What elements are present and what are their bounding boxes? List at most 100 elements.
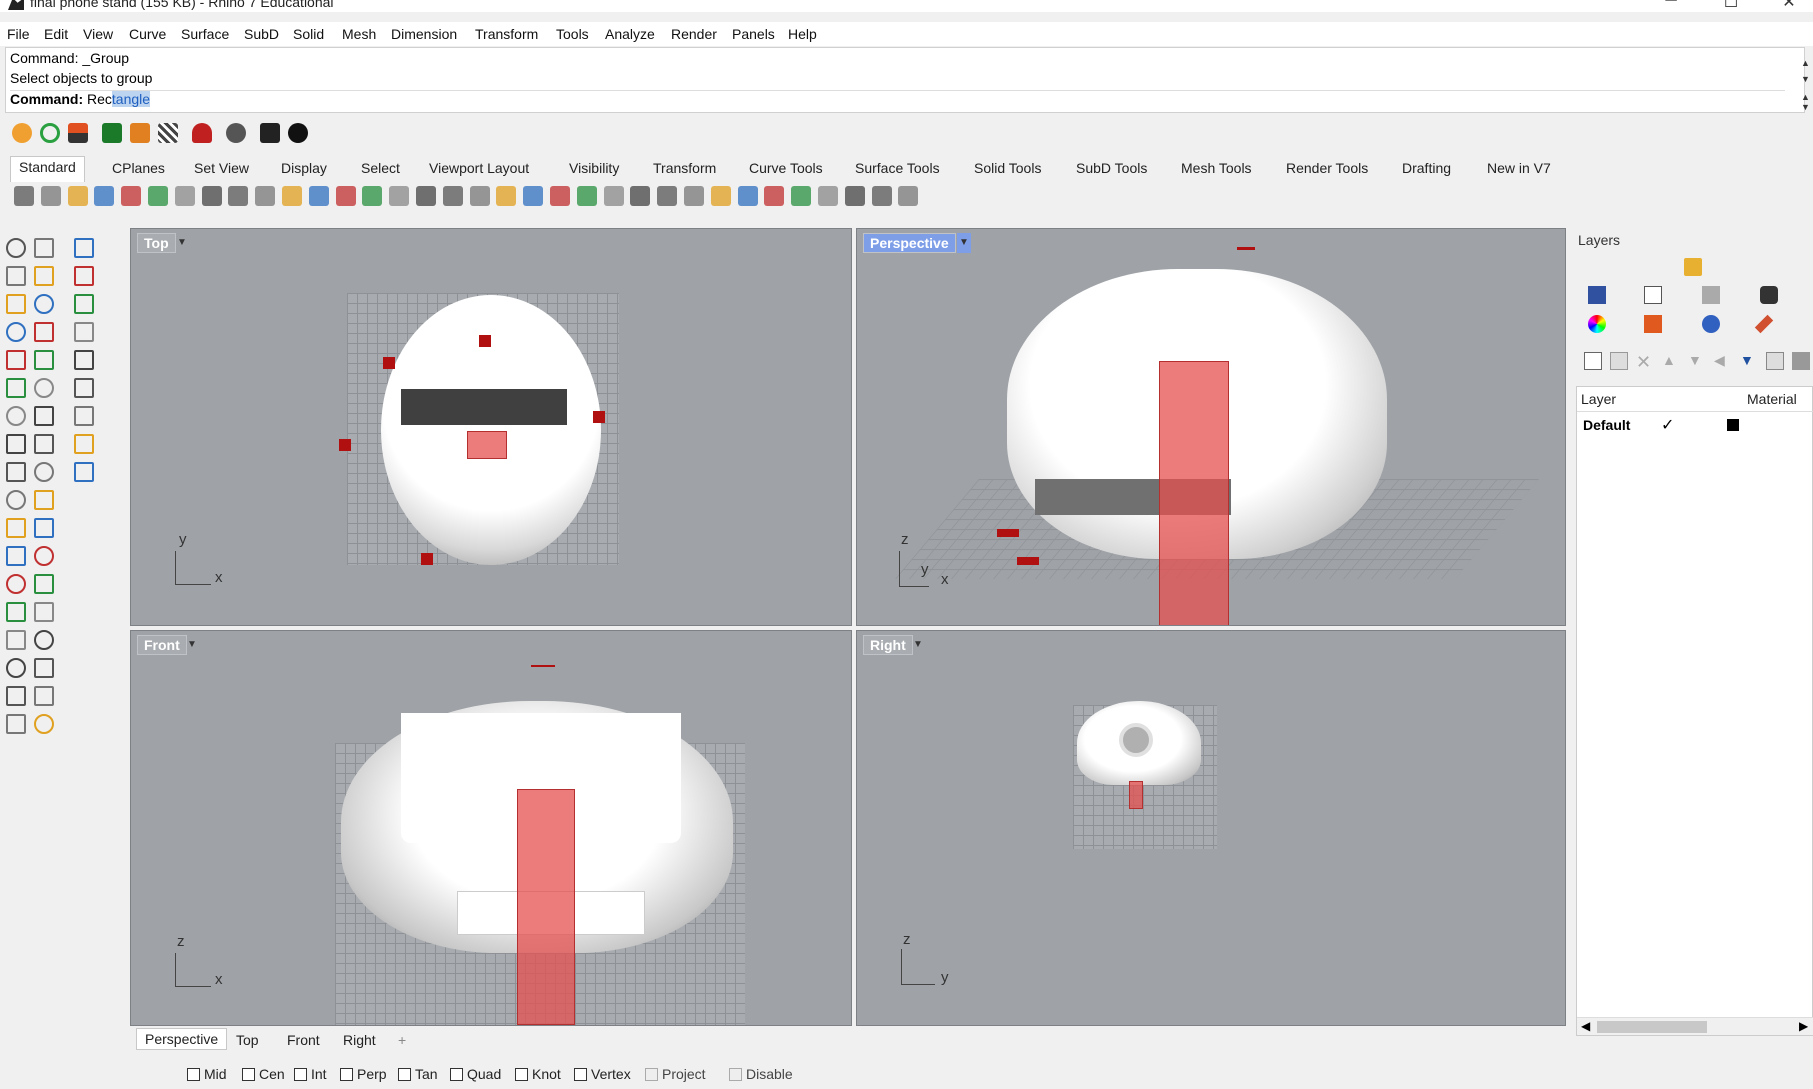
left-tool-icon[interactable] — [34, 350, 54, 370]
menu-tools[interactable]: Tools — [556, 26, 589, 42]
menu-dimension[interactable]: Dimension — [391, 26, 457, 42]
tab-drafting[interactable]: Drafting — [1402, 160, 1451, 176]
material-sphere-icon[interactable] — [1702, 315, 1720, 333]
left-tool-icon[interactable] — [74, 238, 94, 258]
toolbar-button-icon[interactable] — [630, 186, 651, 206]
viewport-title-right[interactable]: Right — [863, 635, 913, 655]
left-tool-icon[interactable] — [34, 574, 54, 594]
left-tool-icon[interactable] — [34, 546, 54, 566]
osnap-tan[interactable]: Tan — [398, 1066, 438, 1082]
scroll-right-icon[interactable]: ▶ — [1799, 1019, 1808, 1033]
menu-mesh[interactable]: Mesh — [342, 26, 376, 42]
left-tool-icon[interactable] — [34, 518, 54, 538]
viewport-front[interactable]: z x Front ▼ — [130, 630, 852, 1026]
toolbar-button-icon[interactable] — [737, 186, 758, 206]
toolbar-button-icon[interactable] — [496, 186, 517, 206]
chevron-down-icon[interactable]: ▼ — [911, 635, 925, 655]
tools-icon[interactable] — [1766, 352, 1784, 370]
left-tool-icon[interactable] — [34, 238, 54, 258]
left-tool-icon[interactable] — [34, 658, 54, 678]
viewport-title-top[interactable]: Top — [137, 233, 176, 253]
new-layer-icon[interactable] — [1584, 352, 1602, 370]
info-icon[interactable] — [288, 123, 308, 143]
tab-curve-tools[interactable]: Curve Tools — [749, 160, 823, 176]
left-tool-icon[interactable] — [74, 350, 94, 370]
left-tool-icon[interactable] — [6, 490, 26, 510]
toolbar-button-icon[interactable] — [228, 186, 249, 206]
history-scroll-down-icon[interactable]: ▼ — [1801, 74, 1811, 84]
viewport-perspective[interactable]: z y x Perspective ▼ — [856, 228, 1566, 626]
toolbar-button-icon[interactable] — [308, 186, 329, 206]
column-header-layer[interactable]: Layer — [1581, 391, 1616, 407]
left-tool-icon[interactable] — [74, 434, 94, 454]
tab-cplanes[interactable]: CPlanes — [112, 160, 165, 176]
horizontal-scrollbar[interactable]: ◀ ▶ — [1577, 1017, 1813, 1035]
left-tool-icon[interactable] — [34, 266, 54, 286]
checker-icon[interactable] — [158, 123, 178, 143]
toolbar-button-icon[interactable] — [282, 186, 302, 206]
history-scroll-up-icon[interactable]: ▲ — [1801, 58, 1811, 68]
menu-surface[interactable]: Surface — [181, 26, 229, 42]
viewport-title-perspective[interactable]: Perspective — [863, 233, 956, 253]
chevron-down-icon[interactable]: ▼ — [175, 233, 189, 253]
viewport-top[interactable]: y x Top ▼ — [130, 228, 852, 626]
left-tool-icon[interactable] — [6, 546, 26, 566]
move-out-icon[interactable]: ◀ — [1714, 352, 1732, 370]
minimize-button[interactable]: ─ — [1656, 0, 1686, 12]
left-tool-icon[interactable] — [6, 602, 26, 622]
refresh-icon[interactable] — [40, 123, 60, 143]
left-tool-icon[interactable] — [74, 266, 94, 286]
brush-icon[interactable] — [1754, 314, 1774, 334]
new-sublayer-icon[interactable] — [1610, 352, 1628, 370]
viewport-tab-perspective[interactable]: Perspective — [136, 1028, 228, 1050]
toolbar-button-icon[interactable] — [710, 186, 731, 206]
left-tool-icon[interactable] — [74, 322, 94, 342]
tab-surface-tools[interactable]: Surface Tools — [855, 160, 940, 176]
toolbar-button-icon[interactable] — [657, 186, 678, 206]
plugin-stack-icon[interactable] — [68, 123, 88, 143]
toolbar-button-icon[interactable] — [255, 186, 276, 206]
tab-visibility[interactable]: Visibility — [569, 160, 619, 176]
left-tool-icon[interactable] — [6, 266, 26, 286]
osnap-disable[interactable]: Disable — [729, 1066, 793, 1082]
left-tool-icon[interactable] — [6, 714, 26, 734]
menu-file[interactable]: File — [7, 26, 30, 42]
left-tool-icon[interactable] — [74, 378, 94, 398]
folder-icon[interactable] — [1684, 258, 1702, 276]
tab-render-tools[interactable]: Render Tools — [1286, 160, 1368, 176]
left-tool-icon[interactable] — [34, 490, 54, 510]
viewport-tab-top[interactable]: Top — [236, 1032, 259, 1048]
left-tool-icon[interactable] — [34, 630, 54, 650]
toolbar-button-icon[interactable] — [201, 186, 222, 206]
tools-plugin-icon[interactable] — [130, 123, 150, 143]
current-layer-check-icon[interactable]: ✓ — [1661, 415, 1674, 435]
tab-mesh-tools[interactable]: Mesh Tools — [1181, 160, 1252, 176]
toolbar-button-icon[interactable] — [871, 186, 892, 206]
toolbar-button-icon[interactable] — [844, 186, 865, 206]
plugin-icon[interactable] — [12, 123, 32, 143]
camera-icon[interactable] — [1760, 286, 1778, 304]
left-tool-icon[interactable] — [74, 406, 94, 426]
toolbar-button-icon[interactable] — [416, 186, 436, 206]
left-tool-icon[interactable] — [74, 294, 94, 314]
viewport-tab-front[interactable]: Front — [287, 1032, 320, 1048]
left-tool-icon[interactable] — [34, 714, 54, 734]
toolbar-button-icon[interactable] — [791, 186, 812, 206]
left-tool-icon[interactable] — [6, 434, 26, 454]
tab-solid-tools[interactable]: Solid Tools — [974, 160, 1041, 176]
tab-transform[interactable]: Transform — [653, 160, 716, 176]
wrench-icon[interactable] — [1792, 352, 1810, 370]
osnap-perp[interactable]: Perp — [340, 1066, 387, 1082]
toolbar-button-icon[interactable] — [174, 186, 195, 206]
toolbar-button-icon[interactable] — [898, 186, 919, 206]
chevron-down-icon[interactable]: ▼ — [185, 635, 199, 655]
left-tool-icon[interactable] — [6, 350, 26, 370]
menu-help[interactable]: Help — [788, 26, 817, 42]
left-tool-icon[interactable] — [74, 462, 94, 482]
scroll-left-icon[interactable]: ◀ — [1581, 1019, 1590, 1033]
left-tool-icon[interactable] — [34, 462, 54, 482]
left-tool-icon[interactable] — [6, 574, 26, 594]
osnap-int[interactable]: Int — [294, 1066, 327, 1082]
command-input[interactable]: Command: Rectangle — [10, 90, 1785, 107]
tab-new-in-v7[interactable]: New in V7 — [1487, 160, 1551, 176]
